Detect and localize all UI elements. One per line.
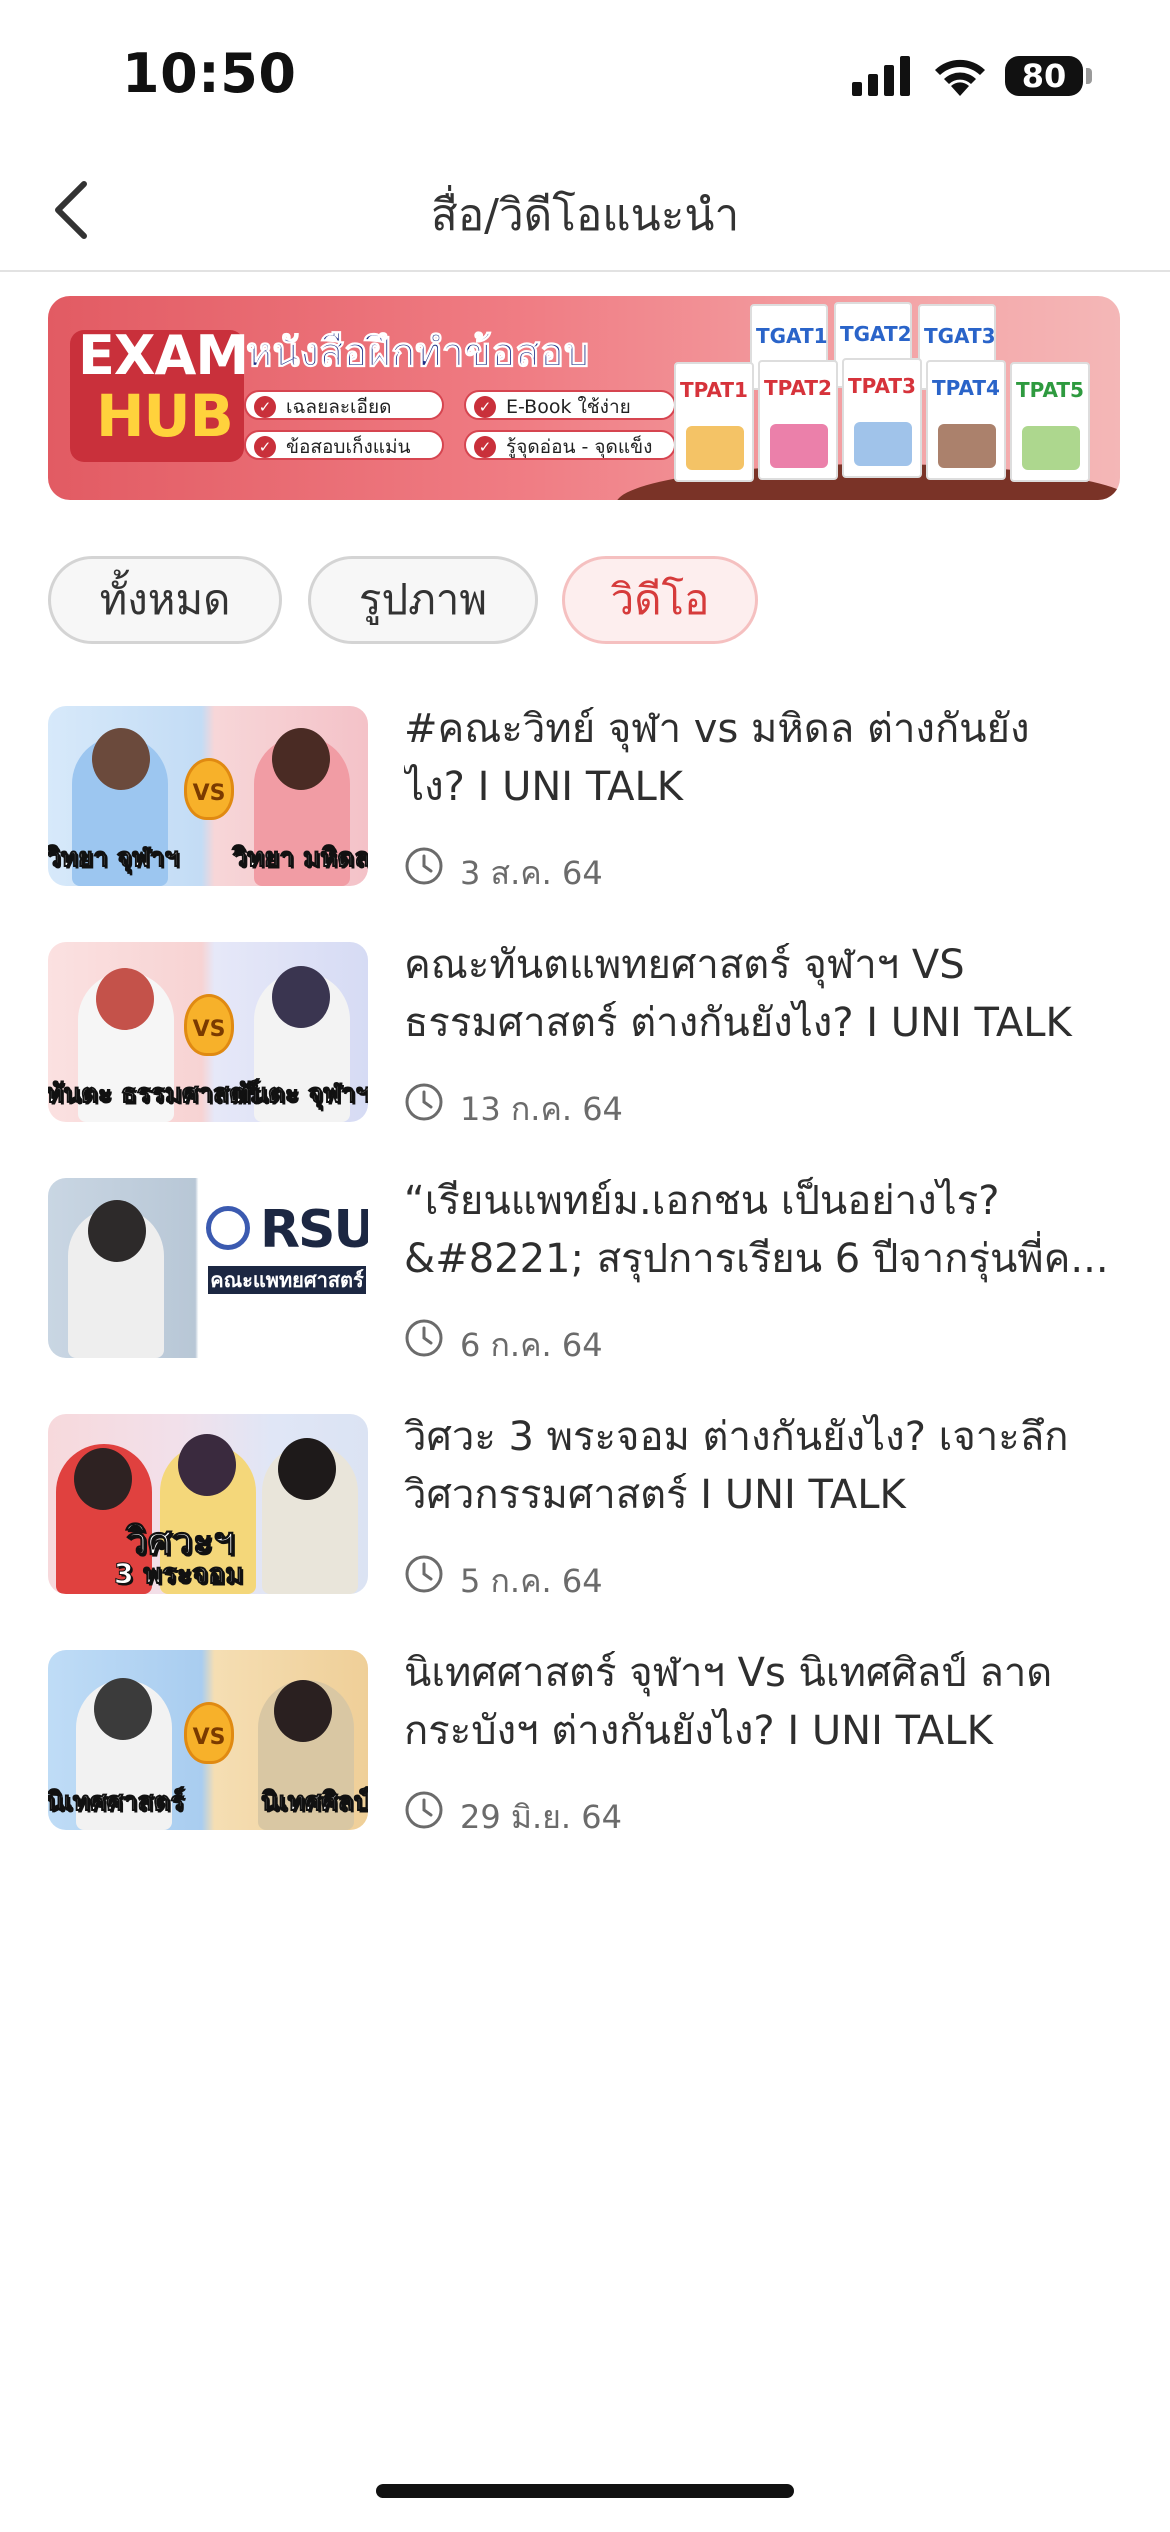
check-icon: ✓	[254, 436, 276, 458]
video-date: 5 ก.ค. 64	[460, 1562, 603, 1600]
clock-icon	[405, 1319, 443, 1357]
video-title: วิศวะ 3 พระจอม ต่างกันยังไง? เจาะลึก วิศ…	[404, 1414, 1069, 1518]
nav-bar: สื่อ/วิดีโอแนะนำ	[0, 150, 1170, 272]
banner-feature: ✓E-Book ใช้ง่ายสะดวก	[464, 390, 676, 448]
wifi-icon	[935, 59, 985, 96]
battery-indicator: 80	[1005, 56, 1083, 96]
clock-icon	[405, 1791, 443, 1829]
video-title: “เรียนแพทย์ม.เอกชน เป็นอย่างไร? &#8221; …	[404, 1178, 1109, 1282]
vs-badge: VS	[184, 994, 234, 1056]
clock-icon	[405, 847, 443, 885]
video-list-item[interactable]: วิศวะฯ 3 พระจอม วิศวะ 3 พระจอม ต่างกันยั…	[0, 1412, 1170, 1602]
promo-banner[interactable]: EXAM HUB หนังสือฝึกทำข้อสอบ ✓ เฉลยละเอียด…	[48, 296, 1120, 500]
video-thumbnail: วิศวะฯ 3 พระจอม	[48, 1414, 368, 1594]
clock-icon	[405, 1083, 443, 1121]
video-title: #คณะวิทย์ จุฬา vs มหิดล ต่างกันยัง ไง? I…	[404, 706, 1030, 810]
vs-badge: VS	[184, 1702, 234, 1764]
home-indicator[interactable]	[376, 2484, 794, 2498]
video-list-item[interactable]: VS นิเทศศาสตร์ นิเทศศิลป์ นิเทศศาสตร์ จุ…	[0, 1648, 1170, 1838]
video-list-item[interactable]: VS วิทยา จุฬาฯ วิทยา มหิดล #คณะวิทย์ จุฬ…	[0, 704, 1170, 894]
video-thumbnail: VS วิทยา จุฬาฯ วิทยา มหิดล	[48, 706, 368, 886]
video-title: นิเทศศาสตร์ จุฬาฯ Vs นิเทศศิลป์ ลาด กระบ…	[404, 1650, 1053, 1754]
banner-feature: ✓ รู้จุดอ่อน - จุดแข็ง	[464, 430, 676, 460]
video-title: คณะทันตแพทยศาสตร์ จุฬาฯ VS ธรรมศาสตร์ ต่…	[404, 942, 1072, 1046]
video-date: 3 ส.ค. 64	[460, 854, 603, 892]
video-date: 29 มิ.ย. 64	[460, 1798, 622, 1836]
book-cover: TPAT4	[926, 360, 1006, 480]
page-title: สื่อ/วิดีโอแนะนำ	[430, 190, 740, 241]
filter-chip-all[interactable]: ทั้งหมด	[48, 556, 282, 644]
video-list-item[interactable]: VS ทันตะ ธรรมศาสตร์ ทันตะ จุฬาฯ คณะทันตแ…	[0, 940, 1170, 1130]
banner-headline: หนังสือฝึกทำข้อสอบ	[245, 330, 590, 377]
cellular-signal-icon	[852, 56, 910, 96]
video-date: 6 ก.ค. 64	[460, 1326, 603, 1364]
check-icon: ✓	[474, 396, 496, 418]
banner-feature: ✓ เฉลยละเอียด	[244, 390, 444, 420]
check-icon: ✓	[254, 396, 276, 418]
clock-icon	[405, 1555, 443, 1593]
status-bar: 10:50 80	[0, 0, 1170, 150]
filter-chip-videos[interactable]: วิดีโอ	[562, 556, 758, 644]
banner-feature: ✓ ข้อสอบเก็งแม่น	[244, 430, 444, 460]
video-list-item[interactable]: RSU คณะแพทยศาสตร์ “เรียนแพทย์ม.เอกชน เป็…	[0, 1176, 1170, 1366]
video-thumbnail: RSU คณะแพทยศาสตร์	[48, 1178, 368, 1358]
battery-cap	[1086, 68, 1092, 84]
book-cover: TPAT2	[758, 360, 838, 480]
video-thumbnail: VS ทันตะ ธรรมศาสตร์ ทันตะ จุฬาฯ	[48, 942, 368, 1122]
book-cover: TPAT5	[1010, 362, 1090, 482]
book-cover: TPAT1	[674, 362, 754, 482]
check-icon: ✓	[474, 436, 496, 458]
filter-chip-images[interactable]: รูปภาพ	[308, 556, 538, 644]
book-cover: TPAT3	[842, 358, 922, 478]
logo-hub-text: HUB	[96, 382, 234, 450]
status-time: 10:50	[122, 42, 297, 105]
logo-exam-text: EXAM	[78, 324, 249, 387]
vs-badge: VS	[184, 758, 234, 820]
video-date: 13 ก.ค. 64	[460, 1090, 623, 1128]
video-thumbnail: VS นิเทศศาสตร์ นิเทศศิลป์	[48, 1650, 368, 1830]
